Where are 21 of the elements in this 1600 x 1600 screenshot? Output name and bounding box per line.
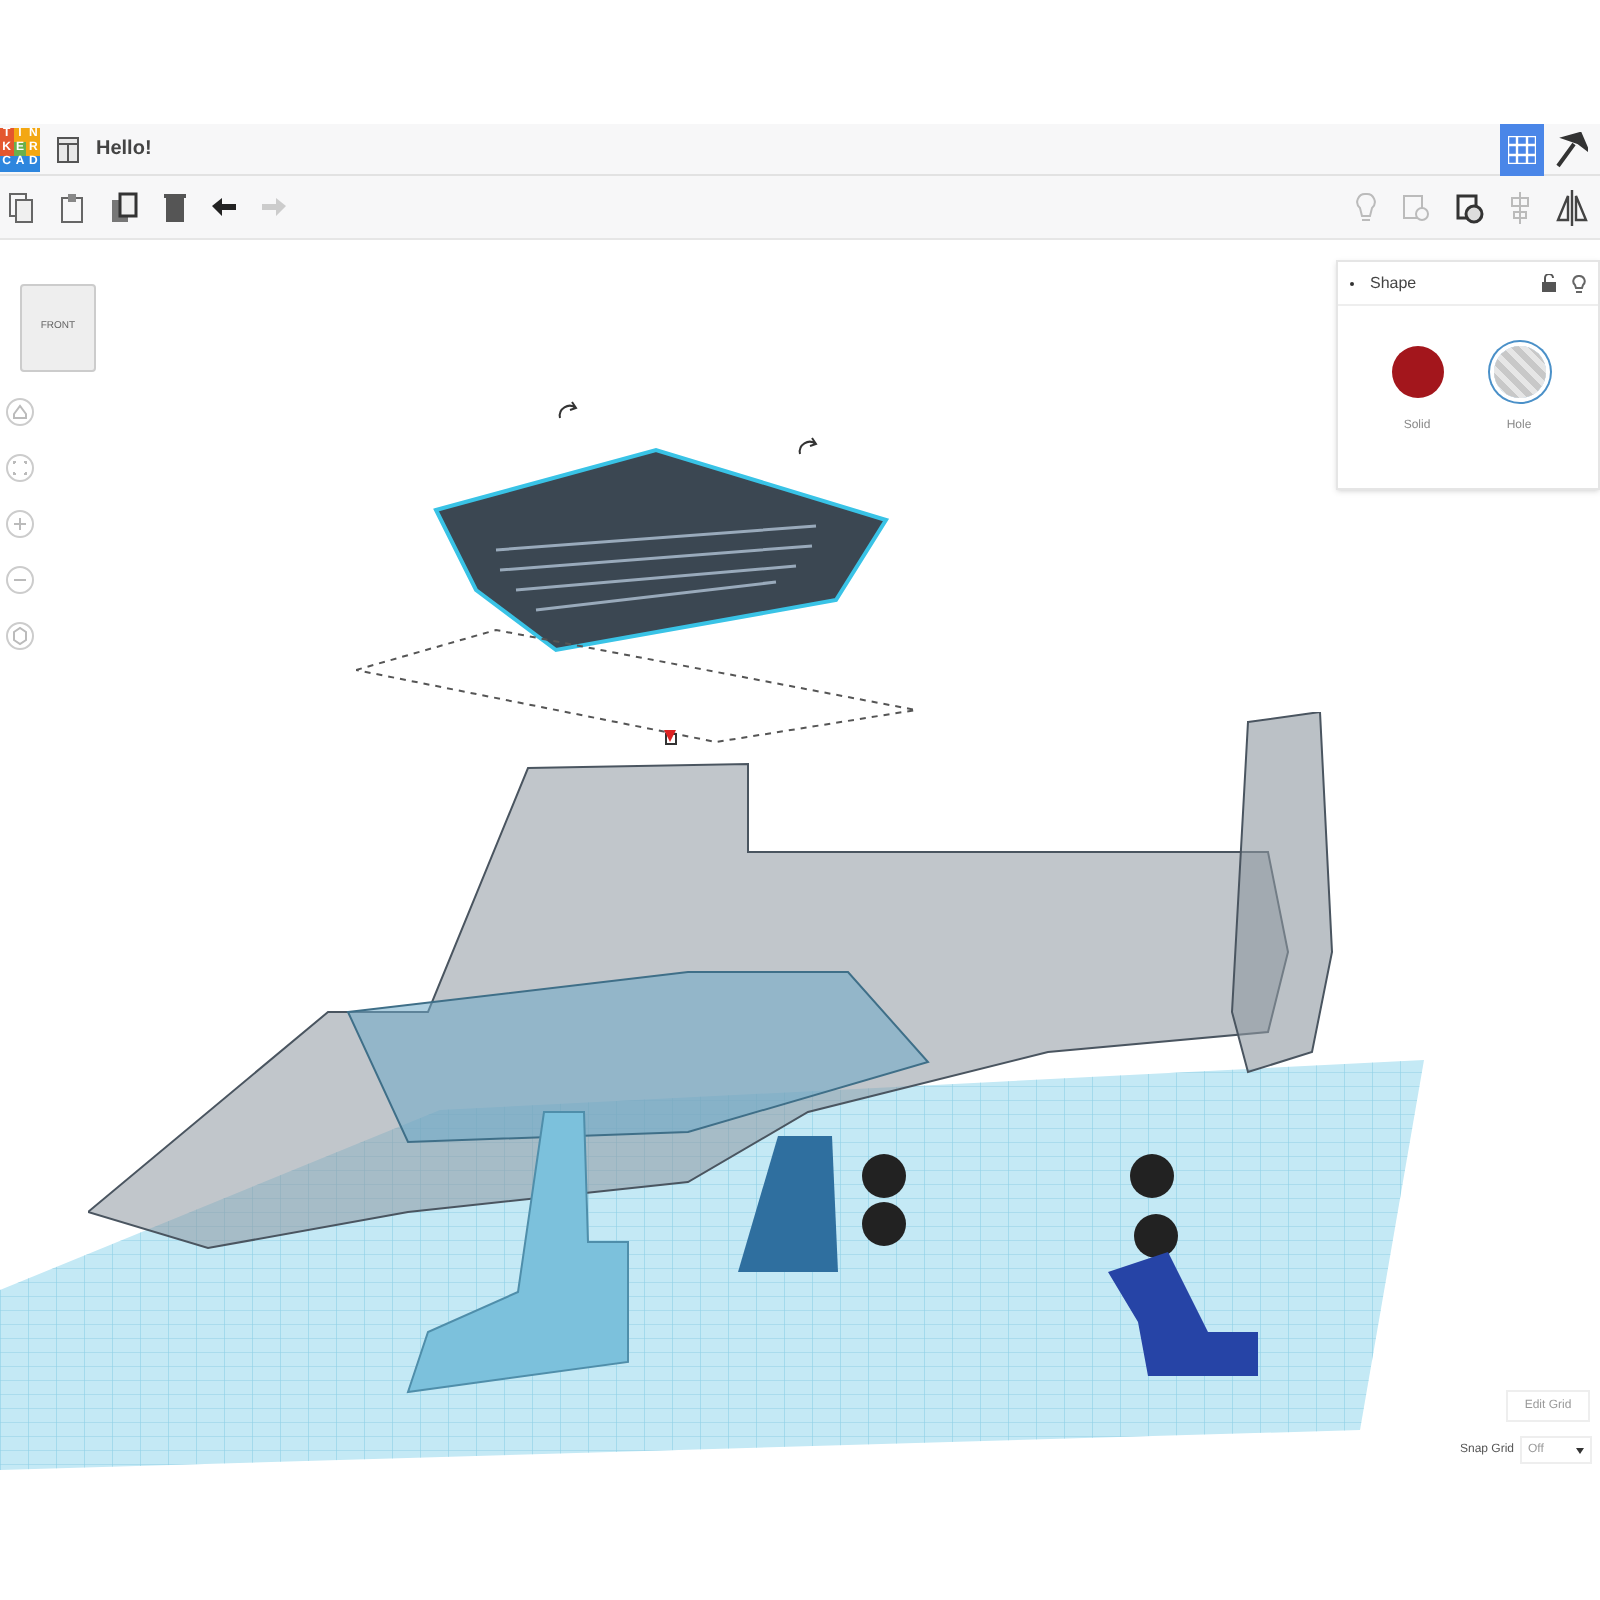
grid-icon [1508, 135, 1536, 163]
panel-title: Shape [1370, 271, 1417, 295]
solid-option[interactable] [1391, 346, 1443, 398]
lock-icon[interactable] [1542, 274, 1556, 292]
hole-option[interactable] [1493, 346, 1545, 398]
collapse-caret-icon[interactable] [1350, 281, 1354, 285]
trash-icon[interactable] [164, 191, 186, 223]
design-title[interactable]: Hello! [96, 134, 152, 164]
light-bulb-icon[interactable] [1572, 273, 1586, 293]
duplicate-icon[interactable] [110, 191, 138, 223]
hammer-icon[interactable] [1552, 131, 1588, 167]
paste-icon[interactable] [60, 191, 84, 223]
rotate-handle-icon[interactable] [556, 400, 580, 420]
dropdown-arrow-icon [1576, 1447, 1585, 1453]
group-icon[interactable] [1456, 191, 1484, 223]
rotate-handle-icon[interactable] [796, 436, 820, 456]
grid-view-button[interactable] [1500, 123, 1544, 175]
document-icon[interactable] [56, 135, 80, 163]
undo-icon[interactable] [212, 197, 236, 217]
mirror-icon[interactable] [1556, 189, 1588, 225]
copy-icon[interactable] [8, 191, 34, 223]
